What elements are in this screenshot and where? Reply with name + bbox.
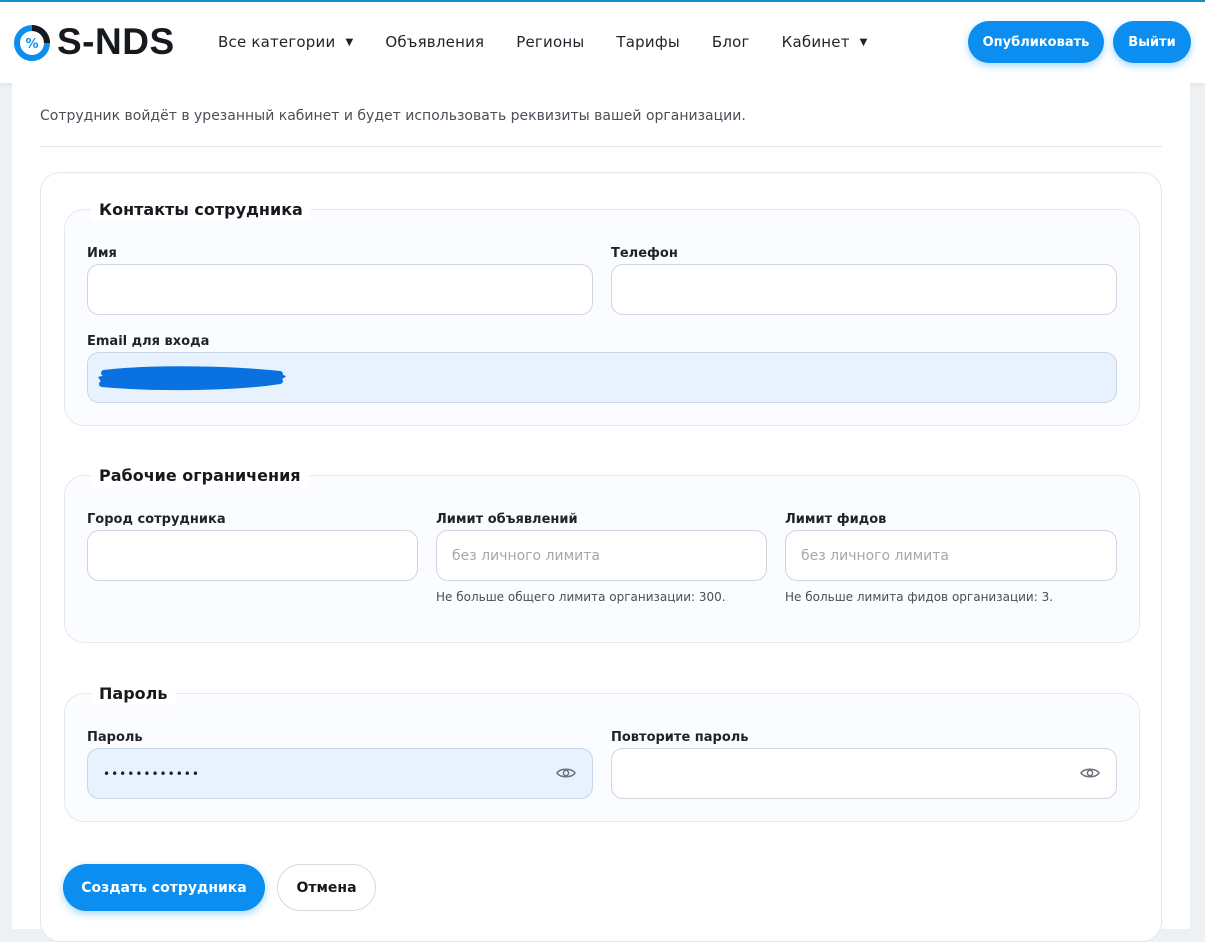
contacts-legend: Контакты сотрудника: [91, 199, 311, 221]
password-input[interactable]: [87, 748, 593, 799]
chevron-down-icon: ▼: [859, 36, 868, 48]
eye-icon[interactable]: [1080, 766, 1100, 780]
logo[interactable]: % S-NDS: [13, 22, 175, 62]
feeds-limit-label: Лимит фидов: [785, 512, 887, 527]
ads-limit-label: Лимит объявлений: [436, 512, 578, 527]
nav-label: Тарифы: [616, 33, 680, 51]
main-content: Сотрудник войдёт в урезанный кабинет и б…: [12, 83, 1190, 942]
logo-percent-icon: %: [13, 22, 53, 62]
nav-regions[interactable]: Регионы: [516, 33, 584, 51]
nav-label: Регионы: [516, 33, 585, 51]
divider: [40, 146, 1162, 147]
nav-label: Блог: [711, 33, 750, 51]
name-label: Имя: [87, 246, 117, 261]
password-label: Пароль: [87, 730, 143, 745]
redaction-scribble: [98, 366, 286, 391]
cancel-button[interactable]: Отмена: [277, 864, 376, 911]
nav-label: Объявления: [385, 33, 485, 51]
password-fieldset: Пароль Пароль Повторите пароль: [64, 683, 1140, 822]
phone-label: Телефон: [611, 246, 678, 261]
password-legend: Пароль: [91, 683, 176, 705]
main-nav: Все категории ▼ Объявления Регионы Тариф…: [218, 33, 900, 51]
nav-label: Кабинет: [781, 33, 850, 51]
name-input[interactable]: [87, 264, 593, 315]
employee-form: Контакты сотрудника Имя Телефон Email дл…: [40, 172, 1162, 942]
city-label: Город сотрудника: [87, 512, 226, 527]
nav-blog[interactable]: Блог: [712, 33, 750, 51]
contacts-fieldset: Контакты сотрудника Имя Телефон Email дл…: [64, 199, 1140, 426]
logo-text: S-NDS: [57, 21, 175, 62]
repeat-password-label: Повторите пароль: [611, 730, 749, 745]
feeds-limit-hint: Не больше лимита фидов организации: 3.: [785, 590, 1054, 604]
intro-text: Сотрудник войдёт в урезанный кабинет и б…: [40, 108, 746, 124]
chevron-down-icon: ▼: [345, 36, 354, 48]
eye-icon[interactable]: [556, 766, 576, 780]
logout-button[interactable]: Выйти: [1113, 21, 1191, 63]
email-label: Email для входа: [87, 334, 210, 349]
publish-button[interactable]: Опубликовать: [968, 21, 1104, 63]
nav-ads[interactable]: Объявления: [385, 33, 484, 51]
create-employee-button[interactable]: Создать сотрудника: [63, 864, 265, 911]
logo-symbol: %: [25, 37, 38, 52]
nav-all-categories[interactable]: Все категории ▼: [218, 33, 353, 51]
limits-fieldset: Рабочие ограничения Город сотрудника Лим…: [64, 465, 1140, 643]
nav-label: Все категории: [218, 33, 336, 51]
site-header: % S-NDS Все категории ▼ Объявления Регио…: [0, 2, 1205, 83]
repeat-password-input[interactable]: [611, 748, 1117, 799]
feeds-limit-input[interactable]: [785, 530, 1117, 581]
city-input[interactable]: [87, 530, 418, 581]
ads-limit-input[interactable]: [436, 530, 767, 581]
nav-tariffs[interactable]: Тарифы: [616, 33, 680, 51]
ads-limit-hint: Не больше общего лимита организации: 300…: [436, 590, 726, 604]
limits-legend: Рабочие ограничения: [91, 465, 309, 487]
nav-cabinet[interactable]: Кабинет ▼: [782, 33, 868, 51]
phone-input[interactable]: [611, 264, 1117, 315]
